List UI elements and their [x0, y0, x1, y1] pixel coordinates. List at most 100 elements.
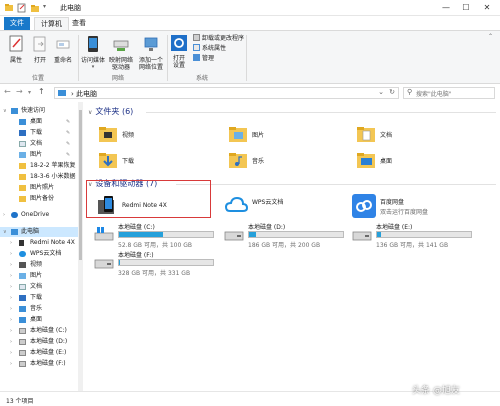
nav-item-onedrive[interactable]: › OneDrive [0, 210, 78, 220]
location-group-label: 位置 [32, 75, 45, 82]
network-location-icon [136, 35, 166, 55]
tab-file[interactable]: 文件 [4, 17, 30, 30]
uninstall-program-button[interactable]: 卸载或更改程序 [193, 34, 244, 43]
drive-icon [352, 226, 372, 242]
nav-item-downloads[interactable]: 下载 ✎ [0, 128, 78, 138]
content-pane: ∨ 文件夹 (6) 视频 图片 文档 下载 音乐 桌面 ∨ 设备和驱动器 (7)… [84, 102, 500, 391]
nav-scrollbar-thumb[interactable] [79, 110, 82, 260]
manage-button[interactable]: 管理 [193, 54, 214, 63]
nav-item-this-pc[interactable]: ∨ 此电脑 [0, 227, 78, 237]
add-network-location-button[interactable]: 添加一个 网络位置 [136, 35, 166, 71]
minimize-button[interactable]: — [436, 1, 456, 14]
expand-arrow-icon[interactable]: › [10, 359, 12, 369]
nav-item-drive-d[interactable]: › 本地磁盘 (D:) [0, 337, 78, 347]
expand-arrow-icon[interactable]: › [3, 210, 5, 220]
folder-desktop[interactable]: 桌面 [354, 148, 464, 174]
nav-item-folder[interactable]: 图片照片 [0, 183, 78, 193]
maximize-button[interactable]: ☐ [456, 1, 476, 14]
baidu-netdisk[interactable]: 百度网盘 双击运行百度网盘 [350, 192, 490, 222]
new-folder-quick-icon[interactable] [30, 3, 40, 13]
properties-quick-icon[interactable] [17, 3, 27, 13]
nav-item-drive-c[interactable]: › 本地磁盘 (C:) [0, 326, 78, 336]
collapse-arrow-icon[interactable]: ∨ [3, 227, 7, 237]
access-media-button[interactable]: 访问媒体 ▾ [80, 35, 106, 71]
expand-arrow-icon[interactable]: › [10, 271, 12, 281]
nav-item-phone[interactable]: › Redmi Note 4X [0, 238, 78, 248]
add-location-label-1: 添加一个 [138, 57, 163, 64]
system-properties-icon [193, 44, 200, 51]
wps-cloud-docs[interactable]: WPS云文档 [222, 192, 342, 222]
back-arrow-icon[interactable]: ← [4, 87, 11, 96]
nav-scrollbar[interactable] [78, 102, 83, 391]
nav-item-folder[interactable]: 图片备份 [0, 194, 78, 204]
nav-item-quick-access[interactable]: ∨ 快速访问 [0, 106, 78, 116]
expand-arrow-icon[interactable]: › [10, 249, 12, 259]
rename-button[interactable]: 重命名 [52, 35, 74, 64]
folder-documents[interactable]: 文档 [354, 122, 464, 148]
drive-c[interactable]: 本地磁盘 (C:) 52.8 GB 可用，共 100 GB [92, 222, 220, 249]
address-dropdown-icon[interactable]: ⌄ [378, 88, 384, 96]
folder-downloads[interactable]: 下载 [96, 148, 206, 174]
folder-pictures[interactable]: 图片 [226, 122, 336, 148]
pin-icon[interactable]: ✎ [66, 150, 70, 160]
folders-section-header[interactable]: ∨ 文件夹 (6) [88, 106, 133, 117]
drive-e[interactable]: 本地磁盘 (E:) 136 GB 可用，共 141 GB [350, 222, 478, 249]
search-input[interactable]: ⚲ 搜索"此电脑" [403, 87, 495, 99]
nav-item-wps[interactable]: › WPS云文档 [0, 249, 78, 259]
expand-arrow-icon[interactable]: › [10, 282, 12, 292]
expand-arrow-icon[interactable]: › [10, 337, 12, 347]
quick-access-dropdown-icon[interactable]: ▾ [43, 3, 46, 13]
nav-item-music[interactable]: › 音乐 [0, 304, 78, 314]
ribbon-collapse-icon[interactable]: ⌃ [488, 33, 493, 40]
properties-button[interactable]: 属性 [6, 35, 26, 64]
expand-arrow-icon[interactable]: › [10, 304, 12, 314]
up-arrow-icon[interactable]: ↑ [38, 87, 45, 96]
picture-icon [19, 273, 26, 279]
drive-f[interactable]: 本地磁盘 (F:) 328 GB 可用，共 331 GB [92, 250, 220, 277]
forward-arrow-icon[interactable]: → [16, 87, 23, 96]
nav-item-downloads[interactable]: › 下载 [0, 293, 78, 303]
rename-icon [52, 35, 74, 55]
folder-music[interactable]: 音乐 [226, 148, 336, 174]
expand-arrow-icon[interactable]: › [10, 293, 12, 303]
expand-arrow-icon[interactable]: › [10, 238, 12, 248]
nav-item-folder[interactable]: 18-3-6 小米数据 [0, 172, 78, 182]
download-icon [19, 130, 26, 136]
address-field[interactable]: › 此电脑 ⌄ ↻ [54, 87, 399, 99]
recent-locations-dropdown-icon[interactable]: ▾ [28, 89, 31, 96]
open-settings-button[interactable]: 打开 设置 [168, 35, 190, 69]
nav-item-pictures[interactable]: › 图片 [0, 271, 78, 281]
nav-item-documents[interactable]: › 文档 [0, 282, 78, 292]
tab-computer[interactable]: 计算机 [34, 17, 69, 30]
folder-videos[interactable]: 视频 [96, 122, 206, 148]
document-folder-icon [356, 124, 376, 144]
drive-icon [19, 350, 26, 356]
collapse-chevron-icon[interactable]: ∨ [88, 109, 92, 116]
pin-icon[interactable]: ✎ [66, 139, 70, 149]
collapse-arrow-icon[interactable]: ∨ [3, 106, 7, 116]
close-button[interactable]: ✕ [477, 1, 497, 14]
tab-view[interactable]: 查看 [66, 17, 92, 30]
expand-arrow-icon[interactable]: › [10, 348, 12, 358]
nav-item-documents[interactable]: 文档 ✎ [0, 139, 78, 149]
drive-d[interactable]: 本地磁盘 (D:) 186 GB 可用，共 200 GB [222, 222, 350, 249]
system-properties-label: 系统属性 [202, 45, 227, 52]
drive-icon [94, 254, 114, 270]
open-button[interactable]: 打开 [30, 35, 50, 64]
expand-arrow-icon[interactable]: › [10, 260, 12, 270]
nav-item-videos[interactable]: › 视频 [0, 260, 78, 270]
nav-item-pictures[interactable]: 图片 ✎ [0, 150, 78, 160]
pin-icon[interactable]: ✎ [66, 117, 70, 127]
pin-icon[interactable]: ✎ [66, 128, 70, 138]
drive-usage-bar [376, 231, 472, 238]
nav-item-folder[interactable]: 18-2-2 苹果恢复 [0, 161, 78, 171]
nav-item-drive-f[interactable]: › 本地磁盘 (F:) [0, 359, 78, 369]
system-properties-button[interactable]: 系统属性 [193, 44, 226, 53]
nav-item-desktop[interactable]: › 桌面 [0, 315, 78, 325]
expand-arrow-icon[interactable]: › [10, 315, 12, 325]
nav-item-drive-e[interactable]: › 本地磁盘 (E:) [0, 348, 78, 358]
nav-item-desktop[interactable]: 桌面 ✎ [0, 117, 78, 127]
refresh-icon[interactable]: ↻ [389, 88, 395, 96]
expand-arrow-icon[interactable]: › [10, 326, 12, 336]
map-drive-button[interactable]: 映射网络 驱动器 [106, 35, 136, 71]
